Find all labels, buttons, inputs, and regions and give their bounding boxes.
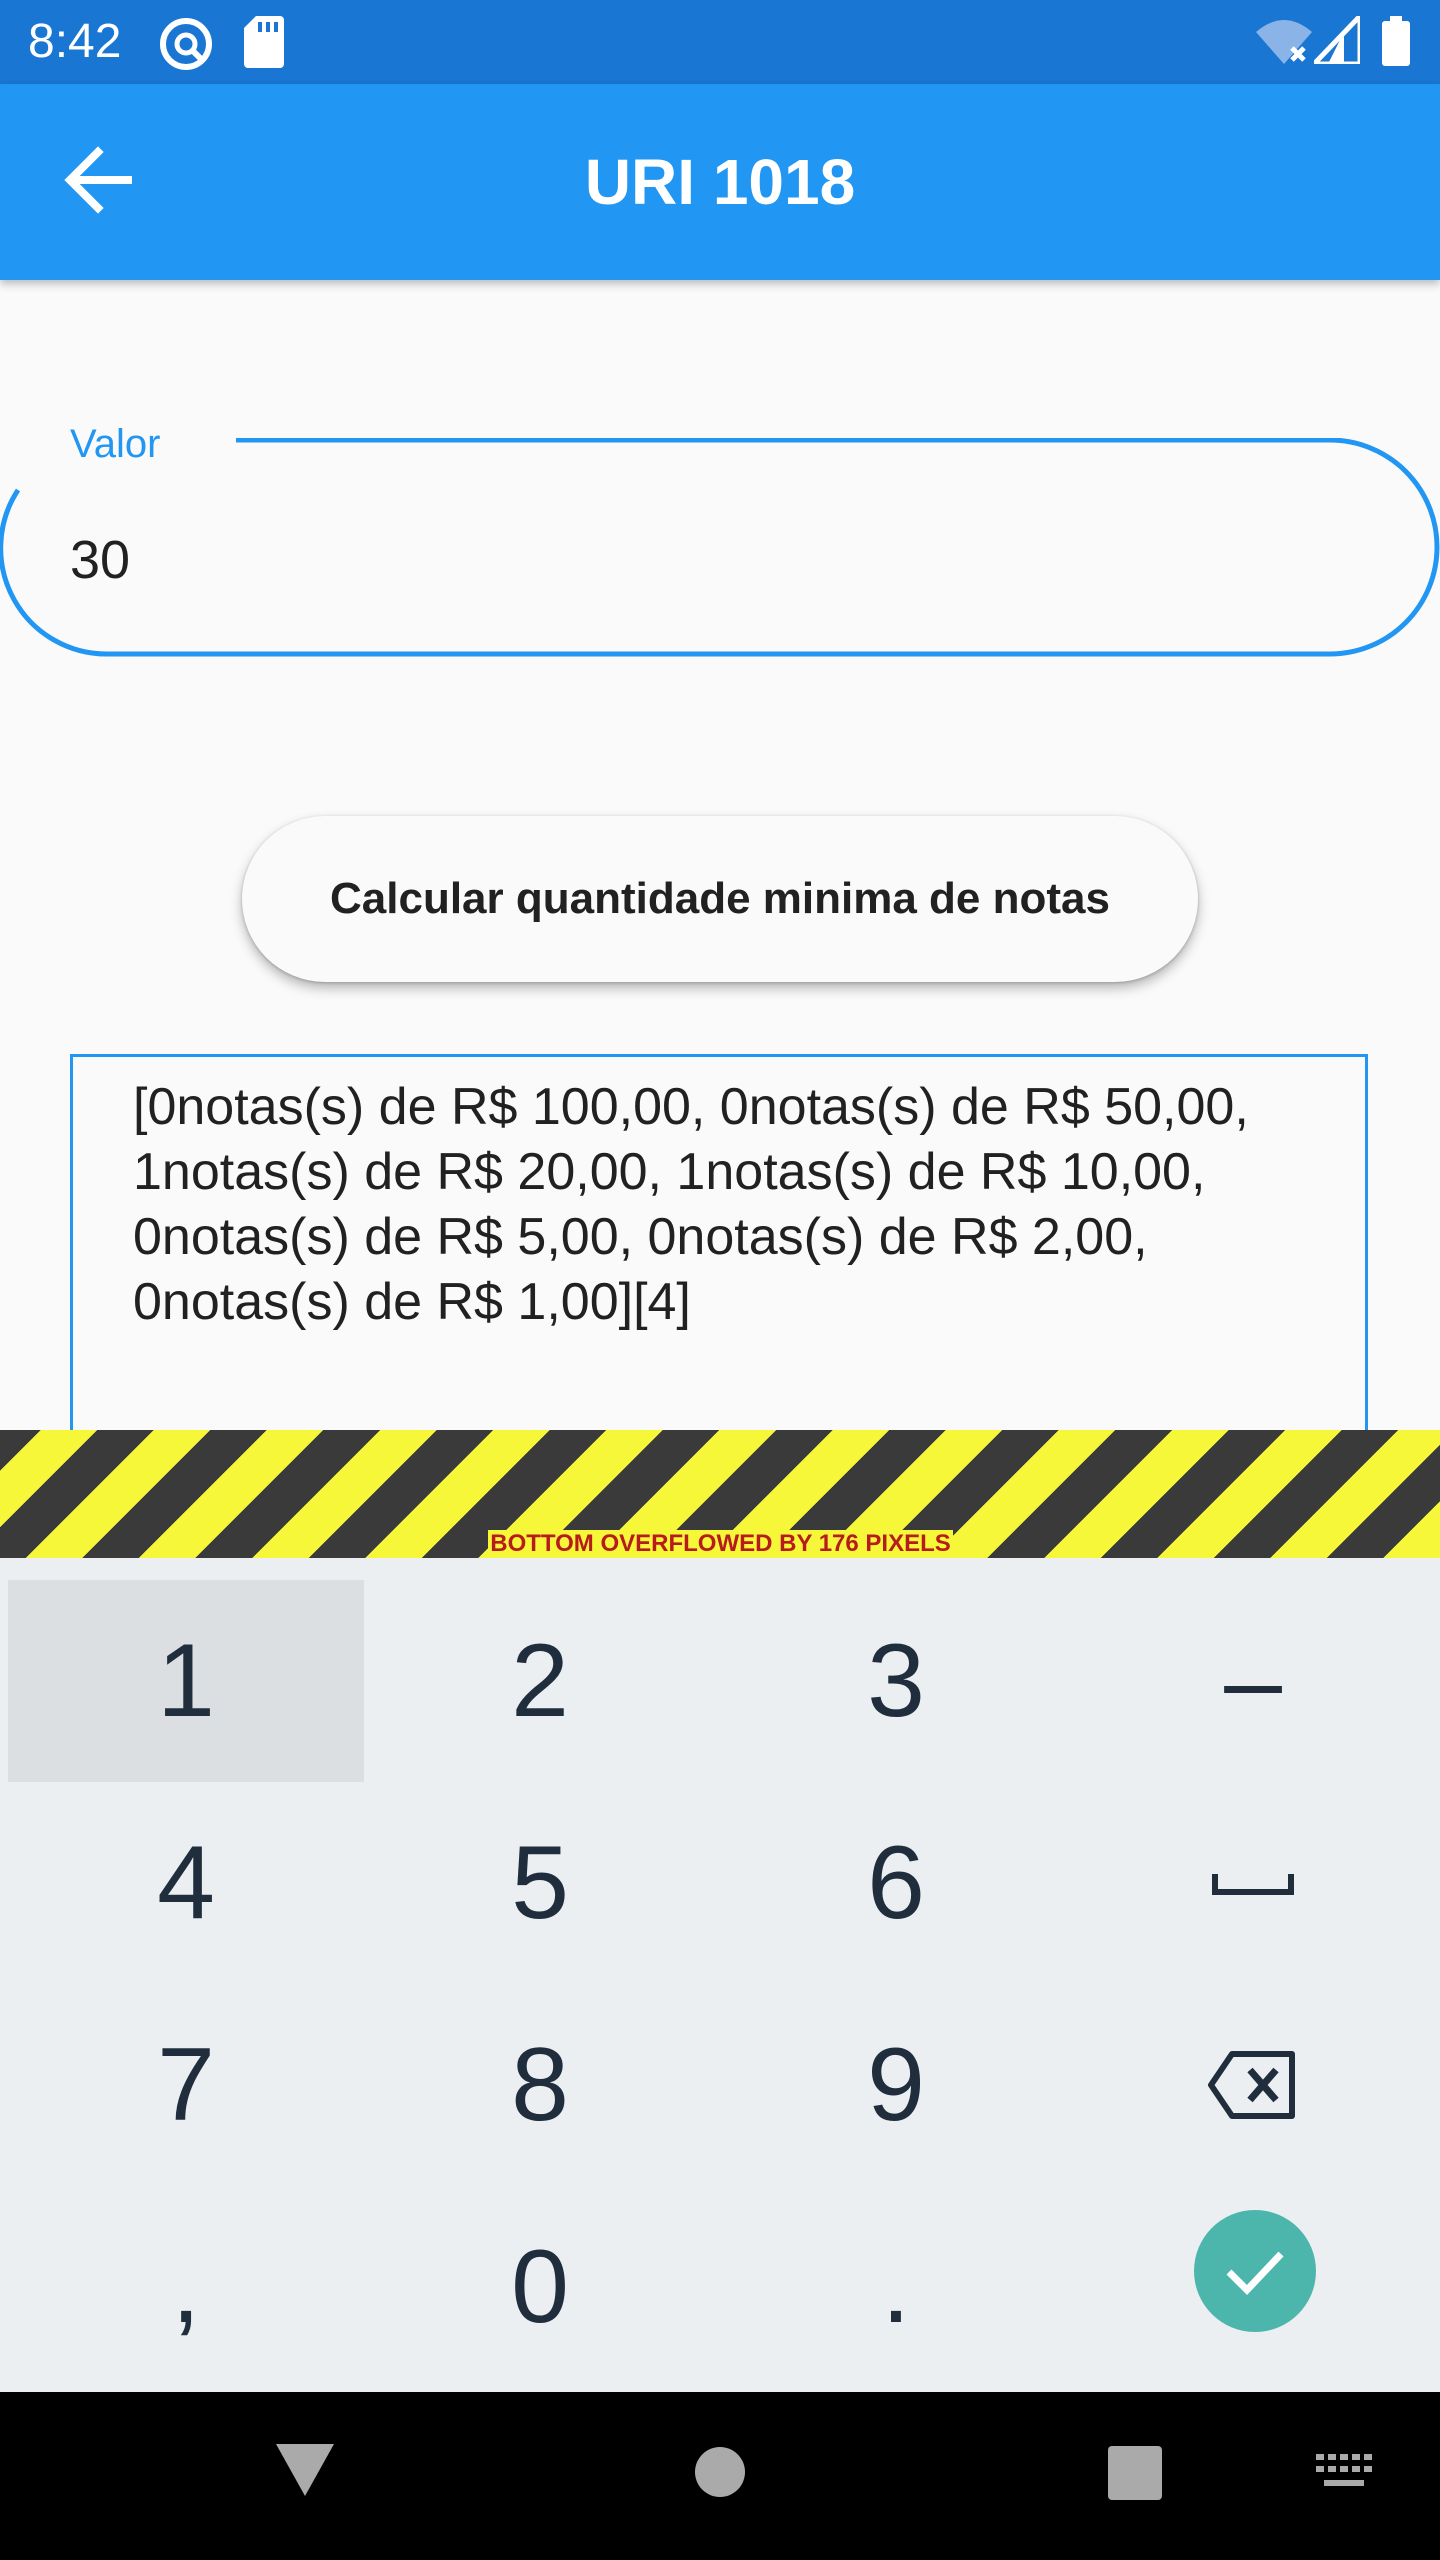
key-1[interactable]: 1 bbox=[8, 1580, 364, 1782]
numeric-keyboard: 1 2 3 – 4 5 6 7 8 9 , 0 . bbox=[0, 1558, 1440, 2392]
key-backspace[interactable] bbox=[1075, 1984, 1431, 2186]
key-7[interactable]: 7 bbox=[8, 1984, 364, 2186]
battery-icon bbox=[1382, 16, 1410, 66]
wifi-off-icon bbox=[1256, 20, 1312, 64]
valor-input[interactable]: 30 bbox=[70, 528, 130, 592]
valor-input-border bbox=[0, 438, 1440, 657]
key-9[interactable]: 9 bbox=[718, 1984, 1074, 2186]
result-line: 1notas(s) de R$ 20,00, 1notas(s) de R$ 1… bbox=[133, 1143, 1206, 1201]
result-line: [0notas(s) de R$ 100,00, 0notas(s) de R$… bbox=[133, 1078, 1249, 1136]
space-icon bbox=[1212, 1874, 1294, 1895]
key-3[interactable]: 3 bbox=[718, 1580, 1074, 1782]
app-bar: URI 1018 bbox=[0, 84, 1440, 280]
confirm-key[interactable] bbox=[1194, 2210, 1316, 2332]
keyboard-switch-icon[interactable] bbox=[1316, 2454, 1372, 2492]
valor-field-label: Valor bbox=[70, 422, 161, 466]
key-4[interactable]: 4 bbox=[8, 1782, 364, 1984]
check-icon bbox=[1226, 2251, 1284, 2296]
nav-home-icon[interactable] bbox=[694, 2446, 746, 2498]
result-text: [0notas(s) de R$ 100,00, 0notas(s) de R$… bbox=[133, 1075, 1353, 1335]
status-bar: 8:42 bbox=[0, 0, 1440, 84]
page-title: URI 1018 bbox=[584, 146, 856, 218]
key-comma[interactable]: , bbox=[8, 2186, 364, 2388]
at-sign-icon bbox=[160, 18, 212, 70]
key-0[interactable]: 0 bbox=[362, 2186, 718, 2388]
key-6[interactable]: 6 bbox=[718, 1782, 1074, 1984]
signal-icon bbox=[1314, 16, 1360, 64]
nav-back-icon[interactable] bbox=[276, 2444, 334, 2496]
key-8[interactable]: 8 bbox=[362, 1984, 718, 2186]
nav-recents-icon[interactable] bbox=[1108, 2446, 1162, 2500]
result-line: 0notas(s) de R$ 5,00, 0notas(s) de R$ 2,… bbox=[133, 1208, 1148, 1266]
key-period[interactable]: . bbox=[718, 2186, 1074, 2388]
overflow-warning-label: BOTTOM OVERFLOWED BY 176 PIXELS bbox=[488, 1530, 953, 1558]
key-5[interactable]: 5 bbox=[362, 1782, 718, 1984]
sd-card-icon bbox=[244, 16, 284, 68]
status-time: 8:42 bbox=[28, 15, 122, 68]
key-2[interactable]: 2 bbox=[362, 1580, 718, 1782]
calculate-button[interactable]: Calcular quantidade minima de notas bbox=[242, 816, 1198, 982]
navigation-bar bbox=[0, 2392, 1440, 2560]
backspace-icon bbox=[1208, 2051, 1295, 2119]
key-minus[interactable]: – bbox=[1075, 1580, 1431, 1782]
key-space[interactable] bbox=[1075, 1782, 1431, 1984]
result-line: 0notas(s) de R$ 1,00][4] bbox=[133, 1273, 691, 1331]
